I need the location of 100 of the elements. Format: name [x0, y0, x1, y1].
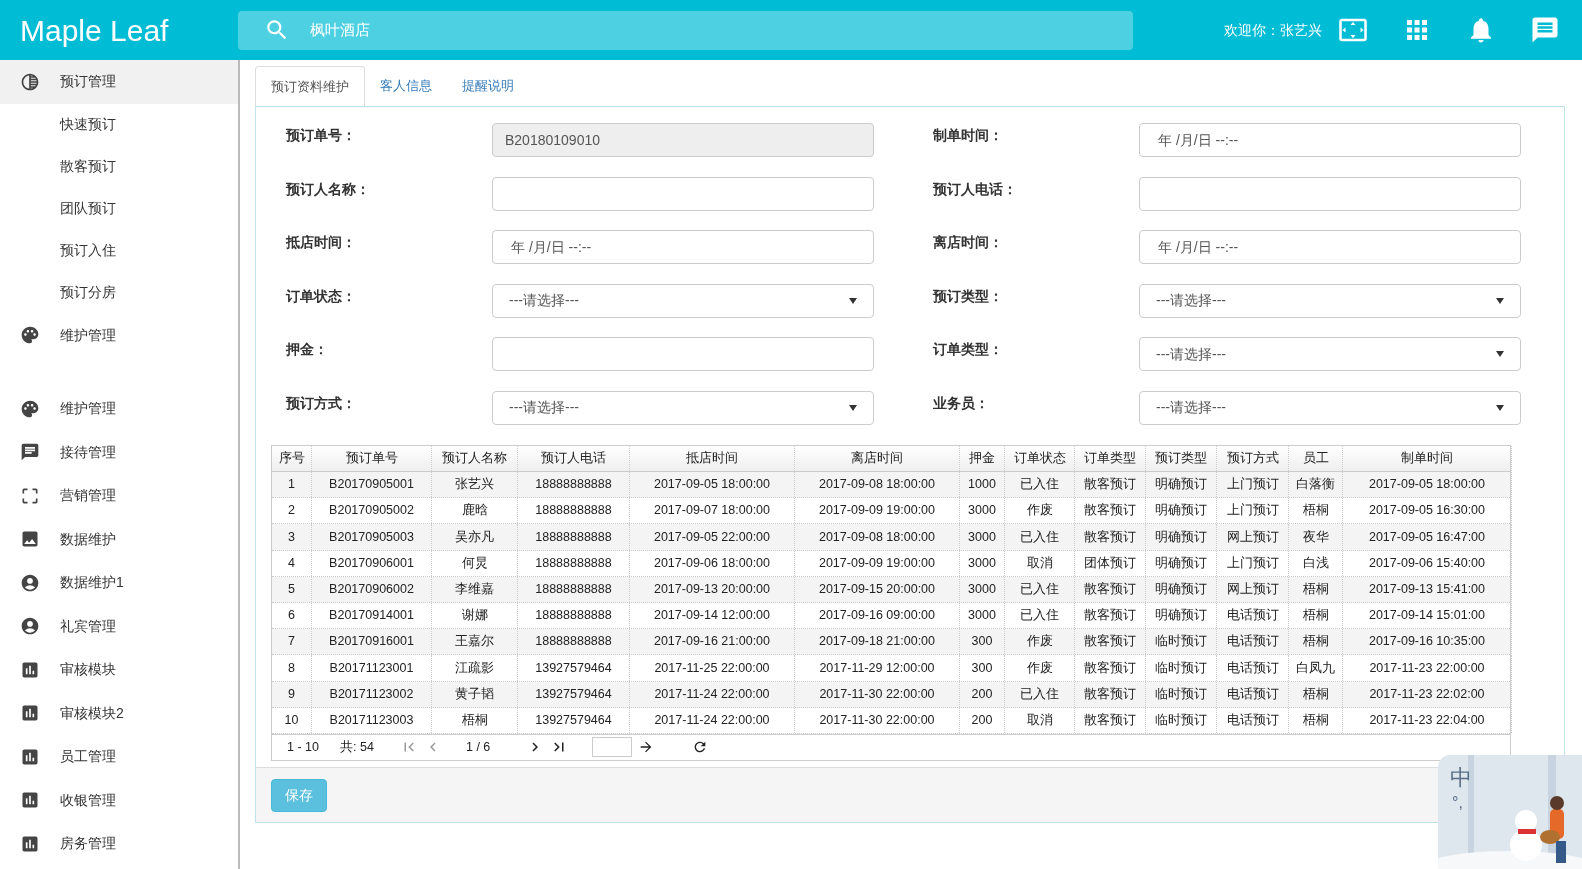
- sidebar-subitem[interactable]: 散客预订: [0, 145, 238, 188]
- column-header[interactable]: 预订单号: [312, 446, 432, 471]
- sidebar-subitem[interactable]: 快速预订: [0, 103, 238, 146]
- table-cell: 2017-11-25 22:00:00: [630, 655, 795, 681]
- table-cell: 吴亦凡: [432, 524, 518, 550]
- table-cell: 上门预订: [1217, 498, 1289, 524]
- sidebar-item[interactable]: 审核模块2: [0, 691, 238, 735]
- table-cell: 散客预订: [1075, 655, 1146, 681]
- table-cell: 李维嘉: [432, 576, 518, 602]
- table-cell: 2017-11-23 22:00:00: [1343, 655, 1512, 681]
- table-cell: 2017-11-24 22:00:00: [630, 681, 795, 707]
- table-cell: 2017-09-05 18:00:00: [630, 472, 795, 498]
- select-field[interactable]: ---请选择---: [492, 283, 874, 318]
- table-cell: 散客预订: [1075, 576, 1146, 602]
- table-cell: 2017-09-05 22:00:00: [630, 524, 795, 550]
- column-header[interactable]: 预订类型: [1146, 446, 1217, 471]
- sidebar-item[interactable]: 维护管理: [0, 313, 238, 357]
- table-cell: 明确预订: [1146, 472, 1217, 498]
- table-cell: 已入住: [1005, 681, 1075, 707]
- table-cell: 18888888888: [518, 602, 630, 629]
- column-header[interactable]: 序号: [272, 446, 312, 471]
- sidebar-item[interactable]: 礼宾管理: [0, 604, 238, 648]
- table-cell: 2: [272, 498, 312, 524]
- select-field[interactable]: ---请选择---: [1139, 283, 1521, 318]
- sidebar-subitem[interactable]: 预订入住: [0, 229, 238, 272]
- select-field[interactable]: ---请选择---: [1139, 390, 1521, 425]
- table-cell: B20170905002: [312, 498, 432, 524]
- sidebar-item[interactable]: 数据维护1: [0, 561, 238, 605]
- table-cell: 2017-09-13 15:41:00: [1343, 576, 1512, 602]
- column-header[interactable]: 员工: [1289, 446, 1343, 471]
- field-label: 预订类型：: [933, 286, 1004, 306]
- column-header[interactable]: 预订人名称: [432, 446, 518, 471]
- page-input[interactable]: [592, 737, 632, 758]
- sidebar-subitem[interactable]: 预订分房: [0, 271, 238, 314]
- tab[interactable]: 提醒说明: [447, 66, 529, 106]
- datetime-field[interactable]: 年 /月/日 --:--: [1139, 230, 1521, 264]
- table-cell: B20170905001: [312, 472, 432, 498]
- sidebar-item[interactable]: 收银管理: [0, 778, 238, 822]
- table-cell: 3000: [960, 576, 1005, 602]
- text-field[interactable]: [492, 337, 874, 371]
- table-cell: 临时预订: [1146, 629, 1217, 655]
- sidebar-item[interactable]: 房务管理: [0, 822, 238, 866]
- table-cell: 10: [272, 707, 312, 733]
- sidebar-item[interactable]: 员工管理: [0, 735, 238, 779]
- table-cell: 2017-11-29 12:00:00: [795, 655, 960, 681]
- field-label: 预订人名称：: [286, 179, 371, 199]
- table-cell: 散客预订: [1075, 498, 1146, 524]
- datetime-field[interactable]: 年 /月/日 --:--: [1139, 123, 1521, 157]
- table-cell: 300: [960, 655, 1005, 681]
- text-field[interactable]: [1139, 176, 1521, 211]
- datetime-field[interactable]: 年 /月/日 --:--: [492, 230, 874, 264]
- table-cell: 2017-09-09 19:00:00: [795, 550, 960, 576]
- table-cell: 作废: [1005, 629, 1075, 655]
- table-cell: 2017-09-05 16:47:00: [1343, 524, 1512, 550]
- sidebar-item[interactable]: 审核模块: [0, 648, 238, 692]
- text-field[interactable]: [492, 176, 874, 211]
- table-cell: 电话预订: [1217, 602, 1289, 629]
- tab[interactable]: 客人信息: [365, 66, 447, 106]
- field-label: 业务员：: [933, 393, 990, 413]
- column-header[interactable]: 订单类型: [1075, 446, 1146, 471]
- table-cell: 明确预订: [1146, 550, 1217, 576]
- tab[interactable]: 预订资料维护: [255, 66, 365, 106]
- table-cell: 梧桐: [1289, 498, 1343, 524]
- page-indicator: 1 / 6: [466, 739, 492, 756]
- table-cell: 作废: [1005, 498, 1075, 524]
- table-cell: 2017-09-07 18:00:00: [630, 498, 795, 524]
- table-cell: 18888888888: [518, 576, 630, 602]
- table-cell: 明确预订: [1146, 602, 1217, 629]
- message-icon[interactable]: [1530, 15, 1560, 45]
- table-cell: 18888888888: [518, 472, 630, 498]
- sidebar-item[interactable]: 接待管理: [0, 430, 238, 474]
- ime-widget[interactable]: 中 °,: [1438, 755, 1582, 869]
- table-cell: 8: [272, 655, 312, 681]
- table-cell: 鹿晗: [432, 498, 518, 524]
- column-header[interactable]: 押金: [960, 446, 1005, 471]
- sidebar-item[interactable]: 预订管理: [0, 60, 238, 104]
- column-header[interactable]: 订单状态: [1005, 446, 1075, 471]
- table-cell: 已入住: [1005, 472, 1075, 498]
- table-cell: 3000: [960, 602, 1005, 629]
- table-cell: 200: [960, 681, 1005, 707]
- column-header[interactable]: 制单时间: [1343, 446, 1512, 471]
- table-cell: 已入住: [1005, 576, 1075, 602]
- table-cell: 6: [272, 602, 312, 629]
- field-label: 预订方式：: [286, 393, 357, 413]
- table-cell: 散客预订: [1075, 629, 1146, 655]
- select-field[interactable]: ---请选择---: [492, 390, 874, 425]
- sidebar-item[interactable]: 数据维护: [0, 517, 238, 561]
- sidebar-subitem[interactable]: 团队预订: [0, 187, 238, 230]
- column-header[interactable]: 抵店时间: [630, 446, 795, 471]
- column-header[interactable]: 离店时间: [795, 446, 960, 471]
- table-cell: 取消: [1005, 550, 1075, 576]
- caret-icon: [849, 404, 857, 411]
- sidebar-item[interactable]: 营销管理: [0, 474, 238, 518]
- welcome-text: 欢迎你：张艺兴: [1224, 20, 1322, 40]
- column-header[interactable]: 预订人电话: [518, 446, 630, 471]
- sidebar-item[interactable]: 维护管理: [0, 387, 238, 431]
- column-header[interactable]: 预订方式: [1217, 446, 1289, 471]
- table-cell: 散客预订: [1075, 524, 1146, 550]
- select-field[interactable]: ---请选择---: [1139, 337, 1521, 371]
- table-cell: 网上预订: [1217, 524, 1289, 550]
